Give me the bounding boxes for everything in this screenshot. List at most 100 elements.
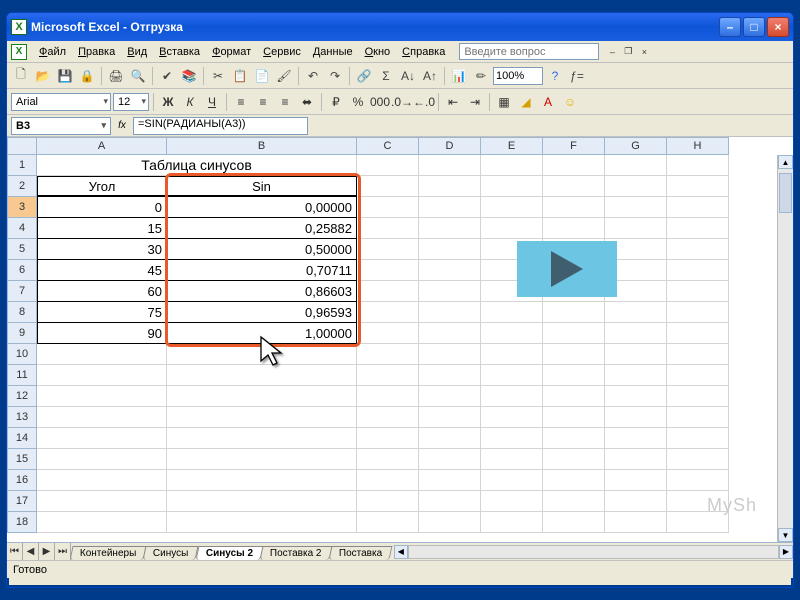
row-header-1[interactable]: 1 <box>7 155 37 176</box>
cell-F9[interactable] <box>543 323 605 344</box>
cell-H3[interactable] <box>667 197 729 218</box>
cell-A3[interactable]: 0 <box>37 197 167 218</box>
row-header-3[interactable]: 3 <box>7 197 37 218</box>
cell-A14[interactable] <box>37 428 167 449</box>
cell-A15[interactable] <box>37 449 167 470</box>
cut-icon[interactable]: ✂ <box>208 66 228 86</box>
row-header-8[interactable]: 8 <box>7 302 37 323</box>
cell-D6[interactable] <box>419 260 481 281</box>
name-box[interactable]: B3 <box>11 117 111 135</box>
underline-button[interactable]: Ч <box>202 92 222 112</box>
cell-H4[interactable] <box>667 218 729 239</box>
align-right-icon[interactable]: ≡ <box>275 92 295 112</box>
open-icon[interactable]: 📂 <box>33 66 53 86</box>
cell-A8[interactable]: 75 <box>37 302 167 323</box>
column-header-F[interactable]: F <box>543 137 605 155</box>
cell-E12[interactable] <box>481 386 543 407</box>
cell-C10[interactable] <box>357 344 419 365</box>
cell-E14[interactable] <box>481 428 543 449</box>
cell-C11[interactable] <box>357 365 419 386</box>
cell-D18[interactable] <box>419 512 481 533</box>
select-all-corner[interactable] <box>7 137 37 155</box>
column-header-H[interactable]: H <box>667 137 729 155</box>
cell-H5[interactable] <box>667 239 729 260</box>
column-header-B[interactable]: B <box>167 137 357 155</box>
cell-B5[interactable]: 0,50000 <box>167 239 357 260</box>
excel-doc-icon[interactable]: X <box>11 44 27 60</box>
cell-G11[interactable] <box>605 365 667 386</box>
drawing-icon[interactable]: ✏ <box>471 66 491 86</box>
cell-D16[interactable] <box>419 470 481 491</box>
new-icon[interactable]: 🗋 <box>11 66 31 86</box>
cell-E16[interactable] <box>481 470 543 491</box>
tab-nav-last-icon[interactable]: ⏭ <box>55 543 71 560</box>
cell-F10[interactable] <box>543 344 605 365</box>
cell-E1[interactable] <box>481 155 543 176</box>
cell-D11[interactable] <box>419 365 481 386</box>
cell-D1[interactable] <box>419 155 481 176</box>
research-icon[interactable]: 📚 <box>179 66 199 86</box>
cell-C1[interactable] <box>357 155 419 176</box>
sheet-tab-3[interactable]: Поставка 2 <box>259 546 332 560</box>
fx-icon[interactable]: fx <box>113 120 131 131</box>
cell-F4[interactable] <box>543 218 605 239</box>
cell-A4[interactable]: 15 <box>37 218 167 239</box>
cell-D10[interactable] <box>419 344 481 365</box>
cell-D5[interactable] <box>419 239 481 260</box>
cell-D12[interactable] <box>419 386 481 407</box>
menu-правка[interactable]: Правка <box>72 44 121 60</box>
menu-вид[interactable]: Вид <box>121 44 153 60</box>
align-left-icon[interactable]: ≡ <box>231 92 251 112</box>
cell-D13[interactable] <box>419 407 481 428</box>
cell-D14[interactable] <box>419 428 481 449</box>
row-header-14[interactable]: 14 <box>7 428 37 449</box>
menu-вставка[interactable]: Вставка <box>153 44 206 60</box>
cell-H18[interactable] <box>667 512 729 533</box>
cell-A18[interactable] <box>37 512 167 533</box>
cell-E18[interactable] <box>481 512 543 533</box>
worksheet-grid[interactable]: ABCDEFGH 123456789101112131415161718 Таб… <box>7 137 793 542</box>
cell-A2[interactable]: Угол <box>37 176 167 197</box>
cell-H16[interactable] <box>667 470 729 491</box>
cell-C6[interactable] <box>357 260 419 281</box>
spellcheck-icon[interactable]: ✔ <box>157 66 177 86</box>
scroll-track[interactable] <box>408 545 779 559</box>
bold-button[interactable]: Ж <box>158 92 178 112</box>
cell-H12[interactable] <box>667 386 729 407</box>
cell-E3[interactable] <box>481 197 543 218</box>
comma-icon[interactable]: 000 <box>370 92 390 112</box>
cell-H13[interactable] <box>667 407 729 428</box>
merge-icon[interactable]: ⬌ <box>297 92 317 112</box>
column-header-A[interactable]: A <box>37 137 167 155</box>
cell-D7[interactable] <box>419 281 481 302</box>
row-header-11[interactable]: 11 <box>7 365 37 386</box>
minimize-button[interactable]: – <box>719 17 741 37</box>
cell-D2[interactable] <box>419 176 481 197</box>
cell-C4[interactable] <box>357 218 419 239</box>
cell-C16[interactable] <box>357 470 419 491</box>
cell-G18[interactable] <box>605 512 667 533</box>
row-header-2[interactable]: 2 <box>7 176 37 197</box>
cell-C2[interactable] <box>357 176 419 197</box>
cell-A5[interactable]: 30 <box>37 239 167 260</box>
tab-nav-prev-icon[interactable]: ◀ <box>23 543 39 560</box>
row-header-10[interactable]: 10 <box>7 344 37 365</box>
cell-B10[interactable] <box>167 344 357 365</box>
zoom-combo[interactable]: 100% <box>493 67 543 85</box>
tab-nav-first-icon[interactable]: ⏮ <box>7 543 23 560</box>
column-header-C[interactable]: C <box>357 137 419 155</box>
scroll-left-icon[interactable]: ◀ <box>394 545 408 559</box>
row-header-15[interactable]: 15 <box>7 449 37 470</box>
cell-F12[interactable] <box>543 386 605 407</box>
cell-E2[interactable] <box>481 176 543 197</box>
menu-справка[interactable]: Справка <box>396 44 451 60</box>
row-header-4[interactable]: 4 <box>7 218 37 239</box>
cell-H7[interactable] <box>667 281 729 302</box>
preview-icon[interactable]: 🔍 <box>128 66 148 86</box>
cell-G16[interactable] <box>605 470 667 491</box>
sheet-tab-0[interactable]: Контейнеры <box>70 546 147 560</box>
cell-D4[interactable] <box>419 218 481 239</box>
format-painter-icon[interactable]: 🖌 <box>274 66 294 86</box>
cell-F13[interactable] <box>543 407 605 428</box>
cell-D8[interactable] <box>419 302 481 323</box>
